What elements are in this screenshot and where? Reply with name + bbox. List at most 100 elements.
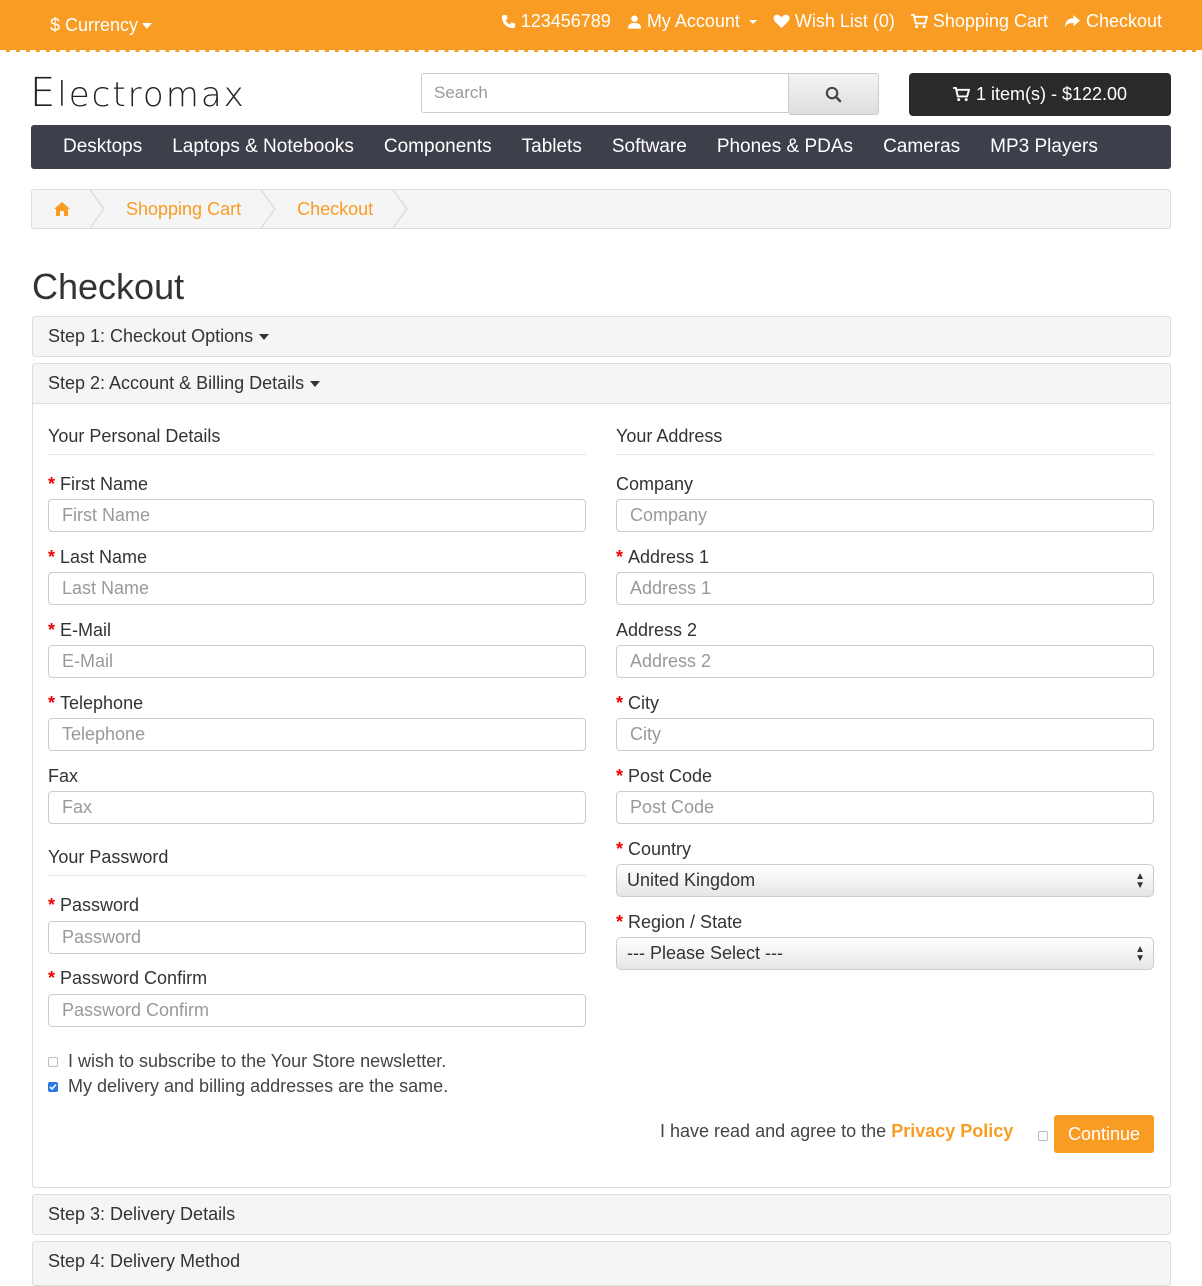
phone-icon	[501, 14, 515, 29]
last-name-field[interactable]	[48, 572, 586, 605]
breadcrumb-separator	[90, 190, 105, 228]
telephone-label: * Telephone	[48, 693, 144, 713]
step1-header[interactable]: Step 1: Checkout Options	[32, 316, 1171, 357]
step2-header[interactable]: Step 2: Account & Billing Details	[32, 363, 1171, 404]
newsletter-checkbox[interactable]	[48, 1056, 58, 1067]
continue-button[interactable]: Continue	[1054, 1115, 1154, 1153]
legend-divider	[48, 875, 586, 876]
step4-title: Step 4: Delivery Method	[48, 1251, 241, 1271]
country-select[interactable]: United Kingdom ▲ ▼	[616, 864, 1154, 897]
fax-field[interactable]	[48, 791, 586, 824]
required-mark: *	[616, 839, 624, 859]
search-button[interactable]	[789, 73, 879, 115]
currency-label: $ Currency	[50, 15, 139, 35]
password-confirm-label: * Password Confirm	[48, 968, 208, 988]
step3-title: Step 3: Delivery Details	[48, 1204, 236, 1224]
privacy-policy-link[interactable]: Privacy Policy	[891, 1121, 1013, 1141]
first-name-field[interactable]	[48, 499, 586, 532]
breadcrumb-separator	[393, 190, 409, 228]
logo-initial: E	[30, 70, 58, 116]
my-account-dropdown[interactable]: My Account	[627, 11, 757, 32]
chevron-down-icon	[748, 19, 757, 24]
email-label: * E-Mail	[48, 620, 112, 640]
menu-item-mp3-players[interactable]: MP3 Players	[990, 136, 1098, 158]
last-name-label: * Last Name	[48, 547, 148, 567]
first-name-label: * First Name	[48, 474, 149, 494]
menu-item-desktops[interactable]: Desktops	[63, 136, 142, 158]
address1-field[interactable]	[616, 572, 1154, 605]
cart-icon	[910, 14, 928, 29]
region-select[interactable]: --- Please Select --- ▲ ▼	[616, 937, 1154, 970]
menu-item-components[interactable]: Components	[384, 136, 492, 158]
required-mark: *	[616, 693, 624, 713]
user-icon	[627, 14, 641, 29]
my-account-label: My Account	[646, 11, 740, 31]
select-arrows-icon: ▲ ▼	[1135, 871, 1145, 891]
wish-list-link[interactable]: Wish List (0)	[773, 11, 895, 32]
required-mark: *	[616, 912, 624, 932]
cart-icon	[953, 87, 970, 102]
agree-checkbox[interactable]	[1038, 1131, 1048, 1141]
step3-header[interactable]: Step 3: Delivery Details	[32, 1194, 1171, 1235]
postcode-label: * Post Code	[616, 766, 713, 786]
category-menu: Desktops Laptops & Notebooks Components …	[31, 125, 1171, 169]
password-field[interactable]	[48, 921, 586, 954]
menu-item-laptops[interactable]: Laptops & Notebooks	[172, 136, 354, 158]
caret-down-icon	[259, 333, 270, 340]
menu-item-phones[interactable]: Phones & PDAs	[717, 136, 853, 158]
required-mark: *	[48, 620, 56, 640]
agree-label: I have read and agree to the	[660, 1121, 887, 1141]
address-legend: Your Address	[616, 426, 723, 446]
top-bar: $ Currency 123456789 My Account Wish Lis…	[0, 0, 1202, 52]
logo-text: lectromax	[57, 75, 246, 115]
search-input[interactable]	[421, 73, 789, 113]
address2-field[interactable]	[616, 645, 1154, 678]
checkout-label: Checkout	[1085, 11, 1162, 31]
city-label: * City	[616, 693, 660, 713]
caret-down-icon	[310, 380, 321, 387]
region-value: --- Please Select ---	[627, 943, 784, 963]
newsletter-option: I wish to subscribe to the Your Store ne…	[48, 1051, 446, 1072]
country-value: United Kingdom	[627, 870, 756, 890]
legend-divider	[616, 454, 1154, 455]
shopping-cart-link[interactable]: Shopping Cart	[910, 11, 1048, 32]
telephone-field[interactable]	[48, 718, 586, 751]
breadcrumb-checkout[interactable]: Checkout	[277, 190, 393, 228]
step1-title: Step 1: Checkout Options	[48, 326, 254, 346]
required-mark: *	[48, 895, 56, 915]
chevron-down-icon	[142, 23, 153, 30]
checkout-link[interactable]: Checkout	[1064, 11, 1162, 32]
company-field[interactable]	[616, 499, 1154, 532]
site-logo[interactable]: Electromax	[30, 70, 246, 116]
password-legend: Your Password	[48, 847, 169, 867]
check-icon	[49, 1083, 57, 1090]
address2-label: Address 2	[616, 620, 698, 640]
share-arrow-icon	[1064, 14, 1080, 29]
required-mark: *	[48, 693, 56, 713]
currency-dropdown[interactable]: $ Currency	[50, 15, 153, 36]
postcode-field[interactable]	[616, 791, 1154, 824]
same-address-label: My delivery and billing addresses are th…	[68, 1076, 449, 1096]
required-mark: *	[48, 547, 56, 567]
cart-summary-button[interactable]: 1 item(s) - $122.00	[909, 73, 1171, 116]
same-address-option: My delivery and billing addresses are th…	[48, 1076, 448, 1097]
select-arrows-icon: ▲ ▼	[1135, 944, 1145, 964]
search-bar	[421, 73, 879, 115]
email-field[interactable]	[48, 645, 586, 678]
phone-link[interactable]: 123456789	[501, 11, 611, 32]
password-confirm-field[interactable]	[48, 994, 586, 1027]
top-links: 123456789 My Account Wish List (0) Shopp…	[501, 11, 1162, 32]
menu-item-tablets[interactable]: Tablets	[522, 136, 582, 158]
heart-icon	[773, 14, 790, 29]
menu-item-cameras[interactable]: Cameras	[883, 136, 960, 158]
company-label: Company	[616, 474, 694, 494]
wish-list-label: Wish List (0)	[794, 11, 895, 31]
password-label: * Password	[48, 895, 140, 915]
page-title: Checkout	[32, 266, 185, 307]
breadcrumb-home[interactable]	[32, 190, 90, 228]
step4-header[interactable]: Step 4: Delivery Method	[32, 1241, 1171, 1286]
breadcrumb-shopping-cart[interactable]: Shopping Cart	[106, 190, 261, 228]
same-address-checkbox[interactable]	[48, 1081, 58, 1092]
city-field[interactable]	[616, 718, 1154, 751]
menu-item-software[interactable]: Software	[612, 136, 687, 158]
